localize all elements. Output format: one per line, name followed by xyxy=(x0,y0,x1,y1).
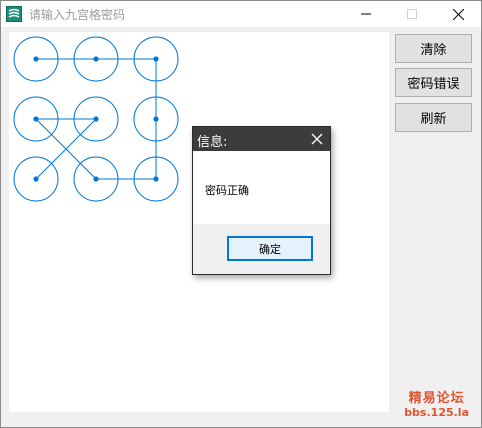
message-dialog: 信息: 密码正确 确定 xyxy=(192,126,331,275)
pattern-dot xyxy=(93,116,99,122)
close-icon xyxy=(452,8,464,20)
pattern-dot xyxy=(33,116,39,122)
title-bar[interactable]: 请输入九宫格密码 xyxy=(1,1,481,27)
app-icon xyxy=(6,6,22,22)
dialog-title: 信息: xyxy=(197,135,228,150)
dialog-close-icon[interactable] xyxy=(308,130,326,148)
pattern-dot xyxy=(153,176,159,182)
watermark-line2: bbs.125.la xyxy=(404,406,469,419)
refresh-button[interactable]: 刷新 xyxy=(395,103,472,132)
pattern-dot xyxy=(33,56,39,62)
ok-button[interactable]: 确定 xyxy=(227,236,313,261)
pattern-dot xyxy=(93,56,99,62)
dialog-footer: 确定 xyxy=(193,224,330,274)
window-title: 请输入九宫格密码 xyxy=(29,8,126,22)
dialog-title-bar[interactable]: 信息: xyxy=(193,127,330,151)
watermark: 精易论坛 bbs.125.la xyxy=(404,387,469,419)
pattern-dot xyxy=(93,176,99,182)
pattern-dot xyxy=(33,176,39,182)
wrong-password-button[interactable]: 密码错误 xyxy=(395,68,472,97)
pattern-dot xyxy=(153,116,159,122)
minimize-icon xyxy=(361,13,371,15)
maximize-button[interactable] xyxy=(389,1,435,27)
pattern-dot xyxy=(153,56,159,62)
close-button[interactable] xyxy=(435,1,481,27)
watermark-line1: 精易论坛 xyxy=(408,391,465,406)
maximize-icon xyxy=(407,9,417,19)
minimize-button[interactable] xyxy=(343,1,389,27)
dialog-message: 密码正确 xyxy=(205,184,249,197)
clear-button[interactable]: 清除 xyxy=(395,34,472,63)
